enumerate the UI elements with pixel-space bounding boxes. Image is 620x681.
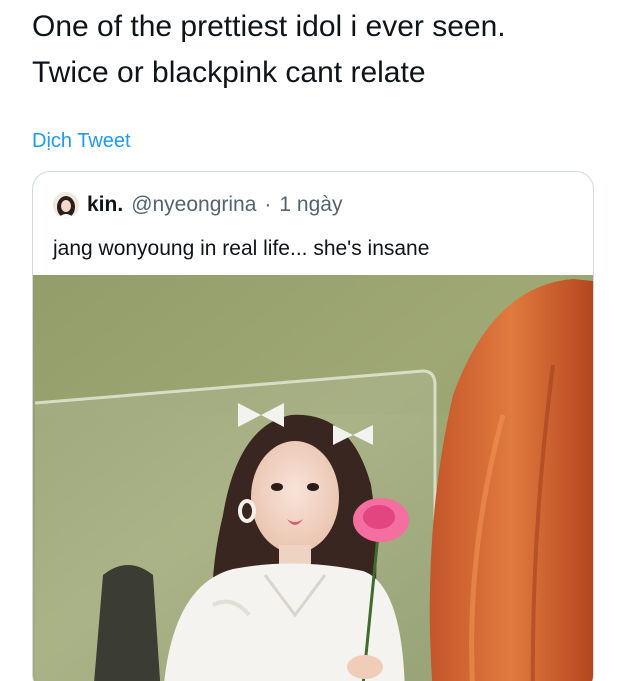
meta-separator: · xyxy=(264,193,272,216)
tweet-photo[interactable] xyxy=(33,275,593,681)
post-timestamp[interactable]: 1 ngày xyxy=(279,193,342,217)
quoted-tweet-text: jang wonyoung in real life... she's insa… xyxy=(53,237,430,260)
translate-tweet-link[interactable]: Dịch Tweet xyxy=(32,128,131,154)
author-avatar[interactable] xyxy=(53,192,79,218)
tweet-text-line-1: One of the prettiest idol i ever seen. xyxy=(32,10,506,43)
author-handle[interactable]: @nyeongrina xyxy=(131,193,256,217)
tweet-text: One of the prettiest idol i ever seen. T… xyxy=(32,4,602,96)
author-name[interactable]: kin. xyxy=(87,193,123,217)
tweet-text-line-2: Twice or blackpink cant relate xyxy=(32,56,426,89)
quoted-tweet-card[interactable]: kin. @nyeongrina · 1 ngày jang wonyoung … xyxy=(32,171,594,681)
avatar-icon xyxy=(53,192,79,218)
quoted-tweet-header: kin. @nyeongrina · 1 ngày xyxy=(53,192,342,218)
